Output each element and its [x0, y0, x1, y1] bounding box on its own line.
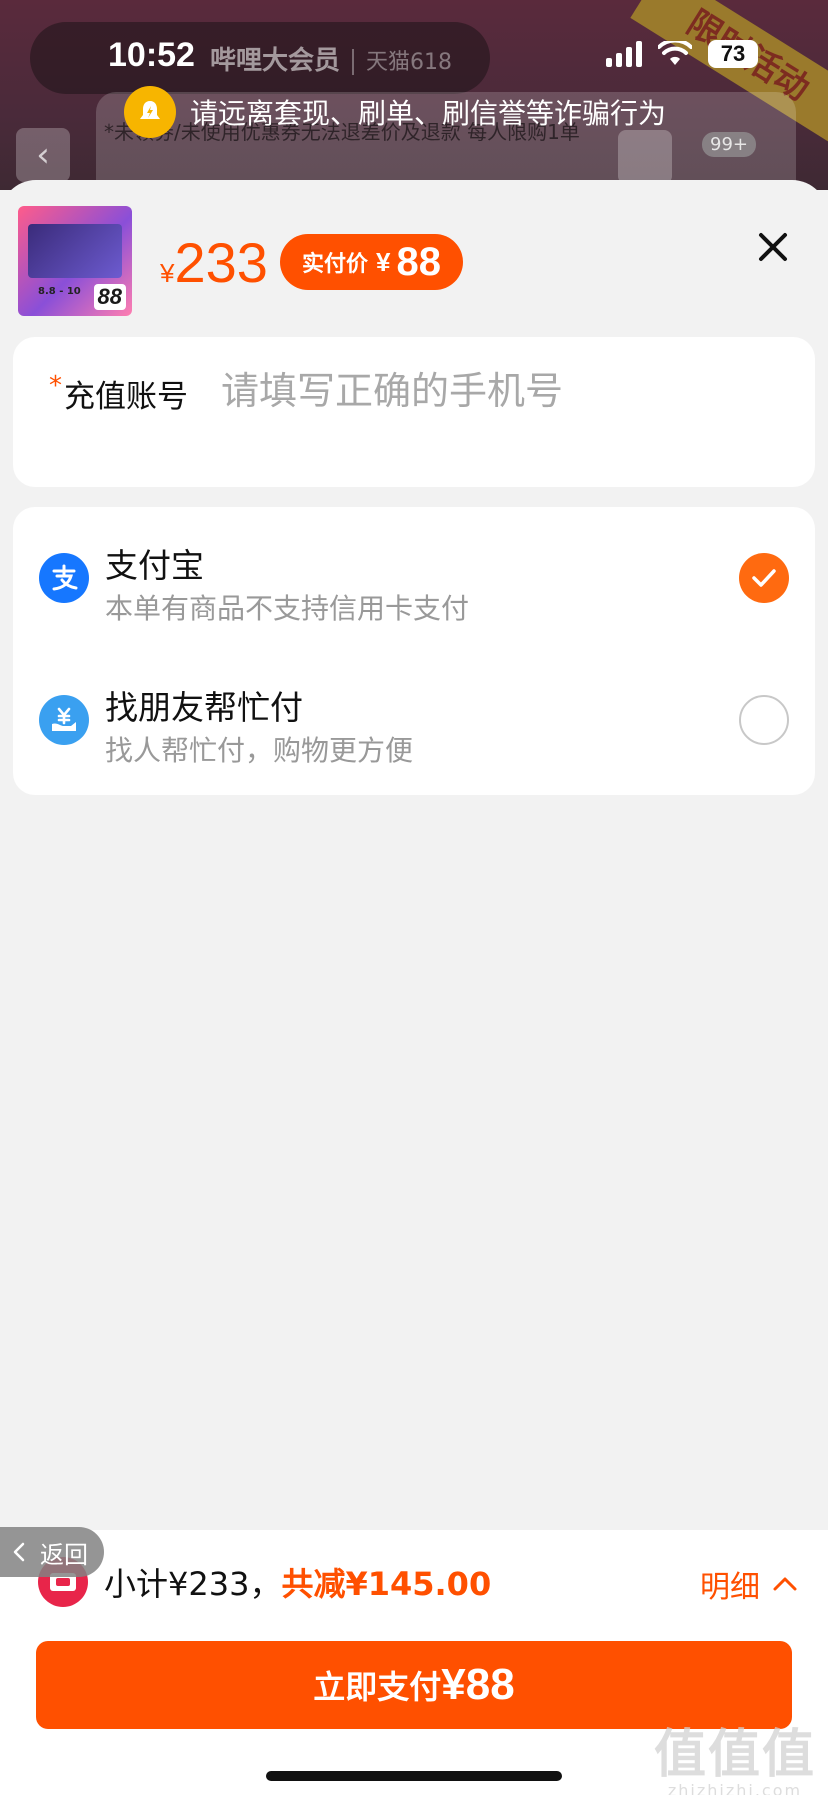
- background-brand: 哔哩大会员 天猫618: [210, 40, 452, 77]
- pay-now-amount: ¥88: [441, 1660, 515, 1709]
- price-value: 233: [174, 231, 268, 294]
- background-back-icon: ‹: [16, 128, 70, 182]
- subtotal-text: 小计¥233，: [104, 1565, 282, 1603]
- discount-text: 共减¥145.00: [281, 1565, 492, 1603]
- payment-option-title: 找朋友帮忙付: [105, 688, 303, 727]
- required-mark: *: [49, 371, 62, 401]
- actual-price-currency: ¥: [376, 246, 391, 277]
- payment-option-friend-pay[interactable]: 找朋友帮忙付 找人帮忙付，购物更方便: [13, 649, 815, 789]
- watermark: 值值值 zhizhizhi.com: [654, 1712, 816, 1795]
- product-header: 8.8 - 10 88 ¥233 实付价 ¥ 88: [0, 180, 828, 330]
- price-summary: 小计¥233， 共减¥145.00: [38, 1552, 491, 1612]
- payment-option-alipay[interactable]: 支付宝 本单有商品不支持信用卡支付: [13, 507, 815, 647]
- background-brand-partner: 天猫618: [366, 50, 453, 75]
- chevron-up-icon: [773, 1577, 797, 1591]
- product-thumbnail: 8.8 - 10 88: [18, 206, 132, 316]
- background-brand-text: 哔哩大会员: [210, 46, 341, 76]
- status-icons: 73: [606, 40, 758, 68]
- thumbnail-date: 8.8 - 10: [38, 286, 81, 297]
- recharge-account-label-text: 充值账号: [64, 379, 188, 415]
- background-share-icon: [618, 130, 672, 184]
- payment-option-subtitle: 找人帮忙付，购物更方便: [105, 734, 414, 767]
- battery-indicator: 73: [708, 40, 758, 68]
- background-cart-badge: 99+: [702, 132, 756, 157]
- close-button[interactable]: [748, 222, 798, 272]
- watermark-main: 值值值: [653, 1725, 816, 1785]
- checkmark-icon: [752, 569, 776, 587]
- bell-icon: [124, 86, 176, 138]
- actual-price-pill: 实付价 ¥ 88: [280, 234, 463, 290]
- status-time: 10:52: [108, 36, 195, 74]
- pay-now-label: 立即支付: [313, 1669, 442, 1705]
- back-button[interactable]: 返回: [0, 1527, 104, 1577]
- actual-price-value: 88: [396, 239, 441, 284]
- fraud-warning-text: 请远离套现、刷单、刷信誉等诈骗行为: [190, 97, 667, 130]
- recharge-account-card: *充值账号: [13, 337, 815, 487]
- recharge-account-label: *充值账号: [49, 371, 188, 416]
- payment-option-subtitle: 本单有商品不支持信用卡支付: [105, 592, 470, 625]
- close-icon: [759, 233, 787, 261]
- chevron-left-icon: [13, 1542, 25, 1562]
- signal-icon: [606, 41, 642, 67]
- watermark-sub: zhizhizhi.com: [667, 1781, 803, 1795]
- home-indicator: [266, 1771, 562, 1781]
- payment-method-card: 支付宝 本单有商品不支持信用卡支付 找朋友帮忙付 找人帮忙付，购物更方便: [13, 507, 815, 795]
- phone-number-input[interactable]: [221, 363, 781, 419]
- payment-option-title: 支付宝: [105, 546, 204, 585]
- detail-label: 明细: [700, 1570, 760, 1605]
- price-currency: ¥: [160, 258, 175, 288]
- radio-unchecked[interactable]: [739, 695, 789, 745]
- actual-price-label: 实付价: [302, 252, 369, 277]
- thumbnail-price: 88: [93, 284, 126, 310]
- wifi-icon: [658, 41, 692, 67]
- alipay-icon: [39, 553, 89, 603]
- detail-toggle[interactable]: 明细: [700, 1562, 798, 1606]
- original-price: ¥233: [160, 230, 268, 295]
- fraud-warning-toast: 请远离套现、刷单、刷信誉等诈骗行为: [124, 86, 666, 138]
- radio-checked[interactable]: [739, 553, 789, 603]
- back-label: 返回: [40, 1540, 88, 1569]
- friend-pay-icon: [39, 695, 89, 745]
